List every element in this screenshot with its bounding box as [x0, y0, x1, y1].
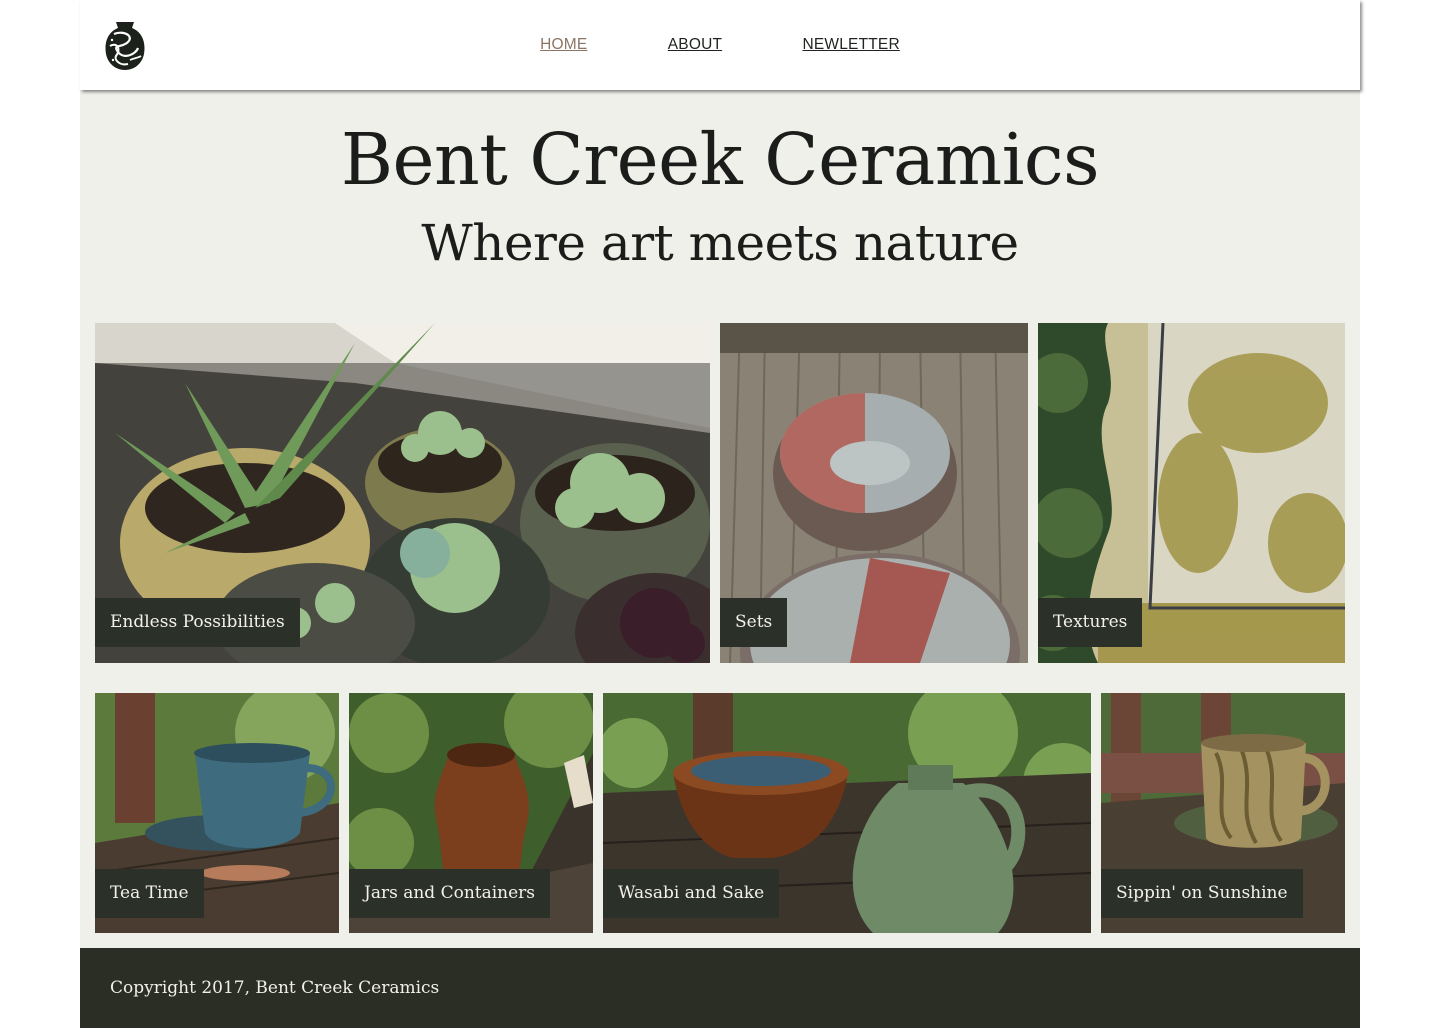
tile-caption: Textures: [1038, 598, 1143, 647]
gallery-tile-wasabi-and-sake[interactable]: Wasabi and Sake: [603, 693, 1091, 933]
gallery-tile-tea-time[interactable]: Tea Time: [95, 693, 339, 933]
tile-caption: Wasabi and Sake: [603, 869, 780, 918]
tile-caption: Endless Possibilities: [95, 598, 300, 647]
tile-caption: Sippin' on Sunshine: [1101, 869, 1303, 918]
gallery-tile-endless-possibilities[interactable]: Endless Possibilities: [95, 323, 710, 663]
site-title: Bent Creek Ceramics: [340, 118, 1100, 201]
main-nav: HOME ABOUT NEWLETTER: [80, 36, 1360, 54]
page: HOME ABOUT NEWLETTER Bent Creek Ceramics…: [80, 0, 1360, 1028]
gallery-tile-sets[interactable]: Sets: [720, 323, 1028, 663]
nav-link-home[interactable]: HOME: [540, 36, 587, 54]
gallery-tile-jars-and-containers[interactable]: Jars and Containers: [349, 693, 593, 933]
site-header: HOME ABOUT NEWLETTER: [80, 0, 1360, 90]
nav-link-about[interactable]: ABOUT: [668, 36, 722, 54]
tile-caption: Sets: [720, 598, 788, 647]
site-tagline: Where art meets nature: [421, 214, 1019, 272]
gallery-tile-textures[interactable]: Textures: [1038, 323, 1345, 663]
site-footer: Copyright 2017, Bent Creek Ceramics: [80, 948, 1360, 1028]
copyright-text: Copyright 2017, Bent Creek Ceramics: [110, 978, 440, 998]
tile-caption: Tea Time: [95, 869, 204, 918]
gallery-tile-sippin-on-sunshine[interactable]: Sippin' on Sunshine: [1101, 693, 1345, 933]
nav-link-newsletter[interactable]: NEWLETTER: [802, 36, 899, 54]
tile-caption: Jars and Containers: [349, 869, 551, 918]
